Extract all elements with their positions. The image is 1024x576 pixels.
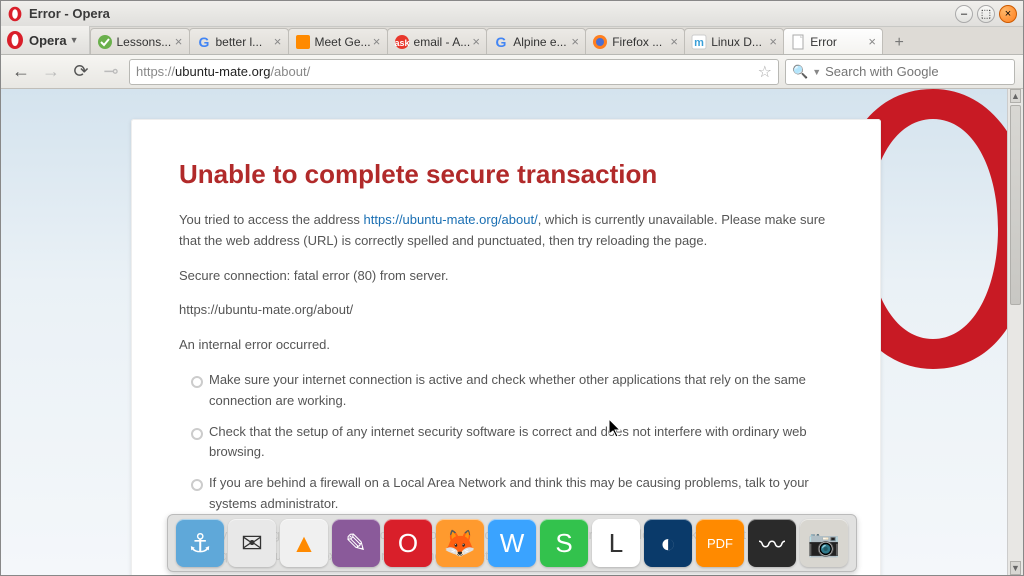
- tab-7[interactable]: Error×: [783, 28, 883, 54]
- tab-close-button[interactable]: ×: [470, 36, 482, 48]
- error-heading: Unable to complete secure transaction: [179, 159, 833, 190]
- dock-gimp[interactable]: ✎: [332, 519, 380, 567]
- mint-icon: m: [691, 34, 707, 50]
- tab-close-button[interactable]: ×: [173, 36, 185, 48]
- error-detail-1: Secure connection: fatal error (80) from…: [179, 266, 833, 287]
- error-tip: Check that the setup of any internet sec…: [191, 422, 833, 464]
- svg-text:ask: ask: [394, 38, 410, 48]
- vertical-scrollbar[interactable]: ▲ ▼: [1007, 89, 1023, 575]
- dock-lyx[interactable]: L: [592, 519, 640, 567]
- tab-close-button[interactable]: ×: [569, 36, 581, 48]
- error-detail-2: https://ubuntu-mate.org/about/: [179, 300, 833, 321]
- dock-wps-writer[interactable]: W: [488, 519, 536, 567]
- search-engine-dropdown-icon[interactable]: ▼: [812, 67, 821, 77]
- dock-monitor[interactable]: 〰: [748, 519, 796, 567]
- doc-icon: [790, 34, 806, 50]
- dock-wps-sheets[interactable]: S: [540, 519, 588, 567]
- error-card: Unable to complete secure transaction Yo…: [131, 119, 881, 575]
- google-icon: G: [493, 34, 509, 50]
- tab-label: Alpine e...: [513, 35, 569, 49]
- window-close-button[interactable]: ×: [999, 5, 1017, 23]
- address-text[interactable]: https://ubuntu-mate.org/about/: [136, 64, 758, 79]
- navigation-toolbar: ← → ⟳ ⊸ https://ubuntu-mate.org/about/ ☆…: [1, 55, 1023, 89]
- tab-strip: Opera ▼ Lessons...×Gbetter l...×Meet Ge.…: [1, 27, 1023, 55]
- window-titlebar: Error - Opera – ⬚ ×: [1, 1, 1023, 27]
- chevron-down-icon: ▼: [70, 35, 79, 45]
- tab-close-button[interactable]: ×: [866, 36, 878, 48]
- tab-1[interactable]: Gbetter l...×: [189, 28, 289, 54]
- tab-label: Error: [810, 35, 866, 49]
- tab-close-button[interactable]: ×: [272, 36, 284, 48]
- scroll-down-button[interactable]: ▼: [1010, 561, 1021, 575]
- dock-vlc[interactable]: ▲: [280, 519, 328, 567]
- tab-close-button[interactable]: ×: [767, 36, 779, 48]
- opera-logo-icon: [5, 30, 25, 50]
- orange-box-icon: [295, 34, 311, 50]
- new-tab-button[interactable]: +: [886, 32, 912, 54]
- error-intro: You tried to access the address https://…: [179, 210, 833, 252]
- green-check-icon: [97, 34, 113, 50]
- tab-label: Firefox ...: [612, 35, 668, 49]
- opera-app-icon: [7, 6, 23, 22]
- dock-app-circle[interactable]: ◐: [644, 519, 692, 567]
- bookmark-star-icon[interactable]: ☆: [758, 62, 772, 82]
- address-bar[interactable]: https://ubuntu-mate.org/about/ ☆: [129, 59, 779, 85]
- tab-label: Meet Ge...: [315, 35, 371, 49]
- forward-button[interactable]: →: [39, 60, 63, 84]
- tab-label: better l...: [216, 35, 272, 49]
- back-button[interactable]: ←: [9, 60, 33, 84]
- error-detail-3: An internal error occurred.: [179, 335, 833, 356]
- window-title: Error - Opera: [29, 6, 955, 21]
- tab-5[interactable]: Firefox ...×: [585, 28, 685, 54]
- key-icon[interactable]: ⊸: [99, 60, 123, 84]
- tab-close-button[interactable]: ×: [668, 36, 680, 48]
- reload-button[interactable]: ⟳: [69, 60, 93, 84]
- tab-6[interactable]: m Linux D...×: [684, 28, 784, 54]
- dock: ⚓✉▲✎O🦊WSL◐PDF〰📷: [167, 514, 857, 572]
- search-box[interactable]: 🔍 ▼: [785, 59, 1015, 85]
- dock-firefox[interactable]: 🦊: [436, 519, 484, 567]
- google-icon: G: [196, 34, 212, 50]
- window-maximize-button[interactable]: ⬚: [977, 5, 995, 23]
- ask-icon: ask: [394, 34, 410, 50]
- search-icon: 🔍: [792, 64, 808, 80]
- svg-text:m: m: [694, 37, 704, 49]
- dock-opera[interactable]: O: [384, 519, 432, 567]
- opera-menu-button[interactable]: Opera ▼: [1, 26, 90, 54]
- tab-4[interactable]: G Alpine e...×: [486, 28, 586, 54]
- dock-pdf[interactable]: PDF: [696, 519, 744, 567]
- window-minimize-button[interactable]: –: [955, 5, 973, 23]
- svg-text:G: G: [496, 34, 507, 50]
- tab-3[interactable]: ask email - A...×: [387, 28, 488, 54]
- tab-label: Lessons...: [117, 35, 173, 49]
- opera-menu-label: Opera: [29, 33, 67, 48]
- tab-2[interactable]: Meet Ge...×: [288, 28, 388, 54]
- dock-anchor[interactable]: ⚓: [176, 519, 224, 567]
- error-tip: Make sure your internet connection is ac…: [191, 370, 833, 412]
- search-input[interactable]: [825, 64, 1008, 79]
- scroll-up-button[interactable]: ▲: [1010, 89, 1021, 103]
- page-viewport: Unable to complete secure transaction Yo…: [1, 89, 1023, 575]
- dock-camera[interactable]: 📷: [800, 519, 848, 567]
- error-tip: If you are behind a firewall on a Local …: [191, 473, 833, 515]
- dock-thunderbird[interactable]: ✉: [228, 519, 276, 567]
- tab-label: Linux D...: [711, 35, 767, 49]
- scroll-thumb[interactable]: [1010, 105, 1021, 305]
- error-url-link[interactable]: https://ubuntu-mate.org/about/: [364, 212, 538, 227]
- firefox-icon: [592, 34, 608, 50]
- tab-close-button[interactable]: ×: [371, 36, 383, 48]
- tab-0[interactable]: Lessons...×: [90, 28, 190, 54]
- tab-label: email - A...: [414, 35, 471, 49]
- svg-text:G: G: [198, 34, 209, 50]
